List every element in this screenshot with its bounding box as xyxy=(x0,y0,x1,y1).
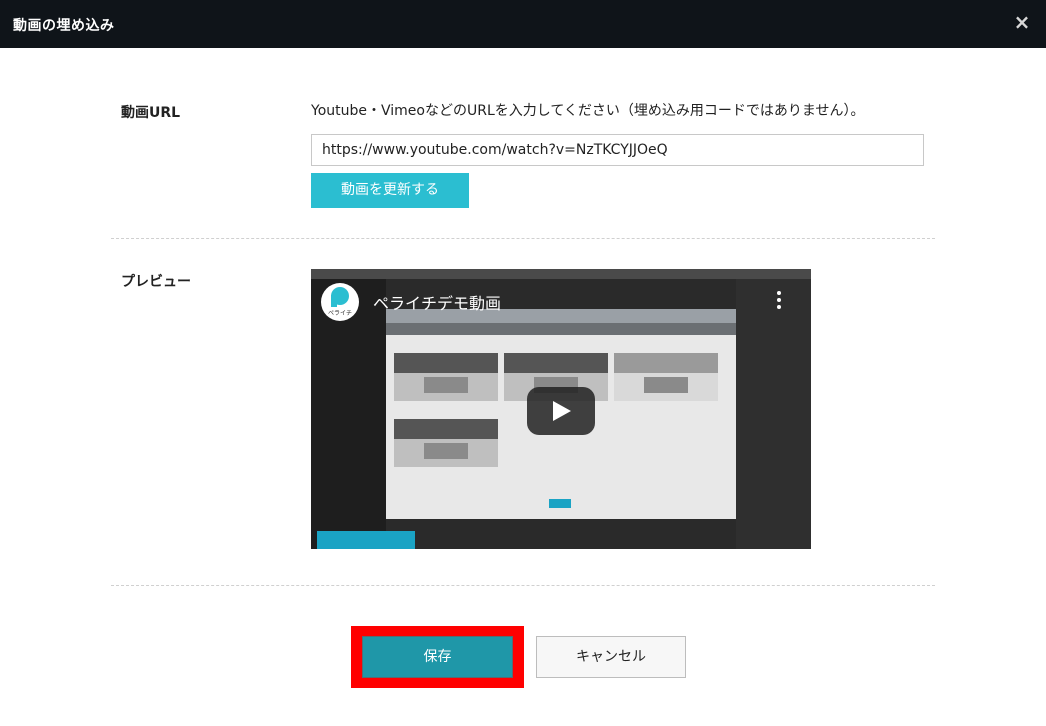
video-frame-right-area xyxy=(736,279,811,549)
more-vertical-icon[interactable] xyxy=(773,291,785,313)
video-frame-chat-tag xyxy=(317,531,415,549)
video-frame-dialog-tabs xyxy=(386,323,736,335)
modal-title: 動画の埋め込み xyxy=(13,18,115,34)
play-icon xyxy=(553,401,571,421)
channel-logo-mark-stem xyxy=(331,295,337,307)
close-icon[interactable]: × xyxy=(1010,10,1034,34)
update-video-button[interactable]: 動画を更新する xyxy=(311,173,469,208)
video-frame-browser-bar xyxy=(311,269,811,279)
play-button[interactable] xyxy=(527,387,595,435)
video-url-help-text: Youtube・VimeoなどのURLを入力してください（埋め込み用コードではあ… xyxy=(311,103,865,119)
embed-video-modal: 動画の埋め込み × 動画URL Youtube・VimeoなどのURLを入力して… xyxy=(0,0,1046,726)
video-frame-thumbnail xyxy=(394,419,498,467)
section-divider xyxy=(111,238,935,239)
video-frame-thumbnail xyxy=(394,353,498,401)
modal-header: 動画の埋め込み × xyxy=(0,0,1046,48)
video-frame-thumbnail xyxy=(614,353,718,401)
section-divider xyxy=(111,585,935,586)
channel-logo[interactable]: ペライチ xyxy=(321,283,359,321)
cancel-button[interactable]: キャンセル xyxy=(536,636,686,678)
preview-label: プレビュー xyxy=(121,274,191,290)
video-frame-ok-button xyxy=(549,499,571,508)
video-preview-player[interactable]: ペライチ ペライチデモ動画 xyxy=(311,269,811,549)
video-frame-sidebar xyxy=(311,279,386,549)
video-title[interactable]: ペライチデモ動画 xyxy=(373,290,501,314)
video-url-input[interactable] xyxy=(311,134,924,166)
channel-logo-text: ペライチ xyxy=(327,310,352,317)
video-url-label: 動画URL xyxy=(121,105,181,121)
save-button[interactable]: 保存 xyxy=(362,636,513,678)
